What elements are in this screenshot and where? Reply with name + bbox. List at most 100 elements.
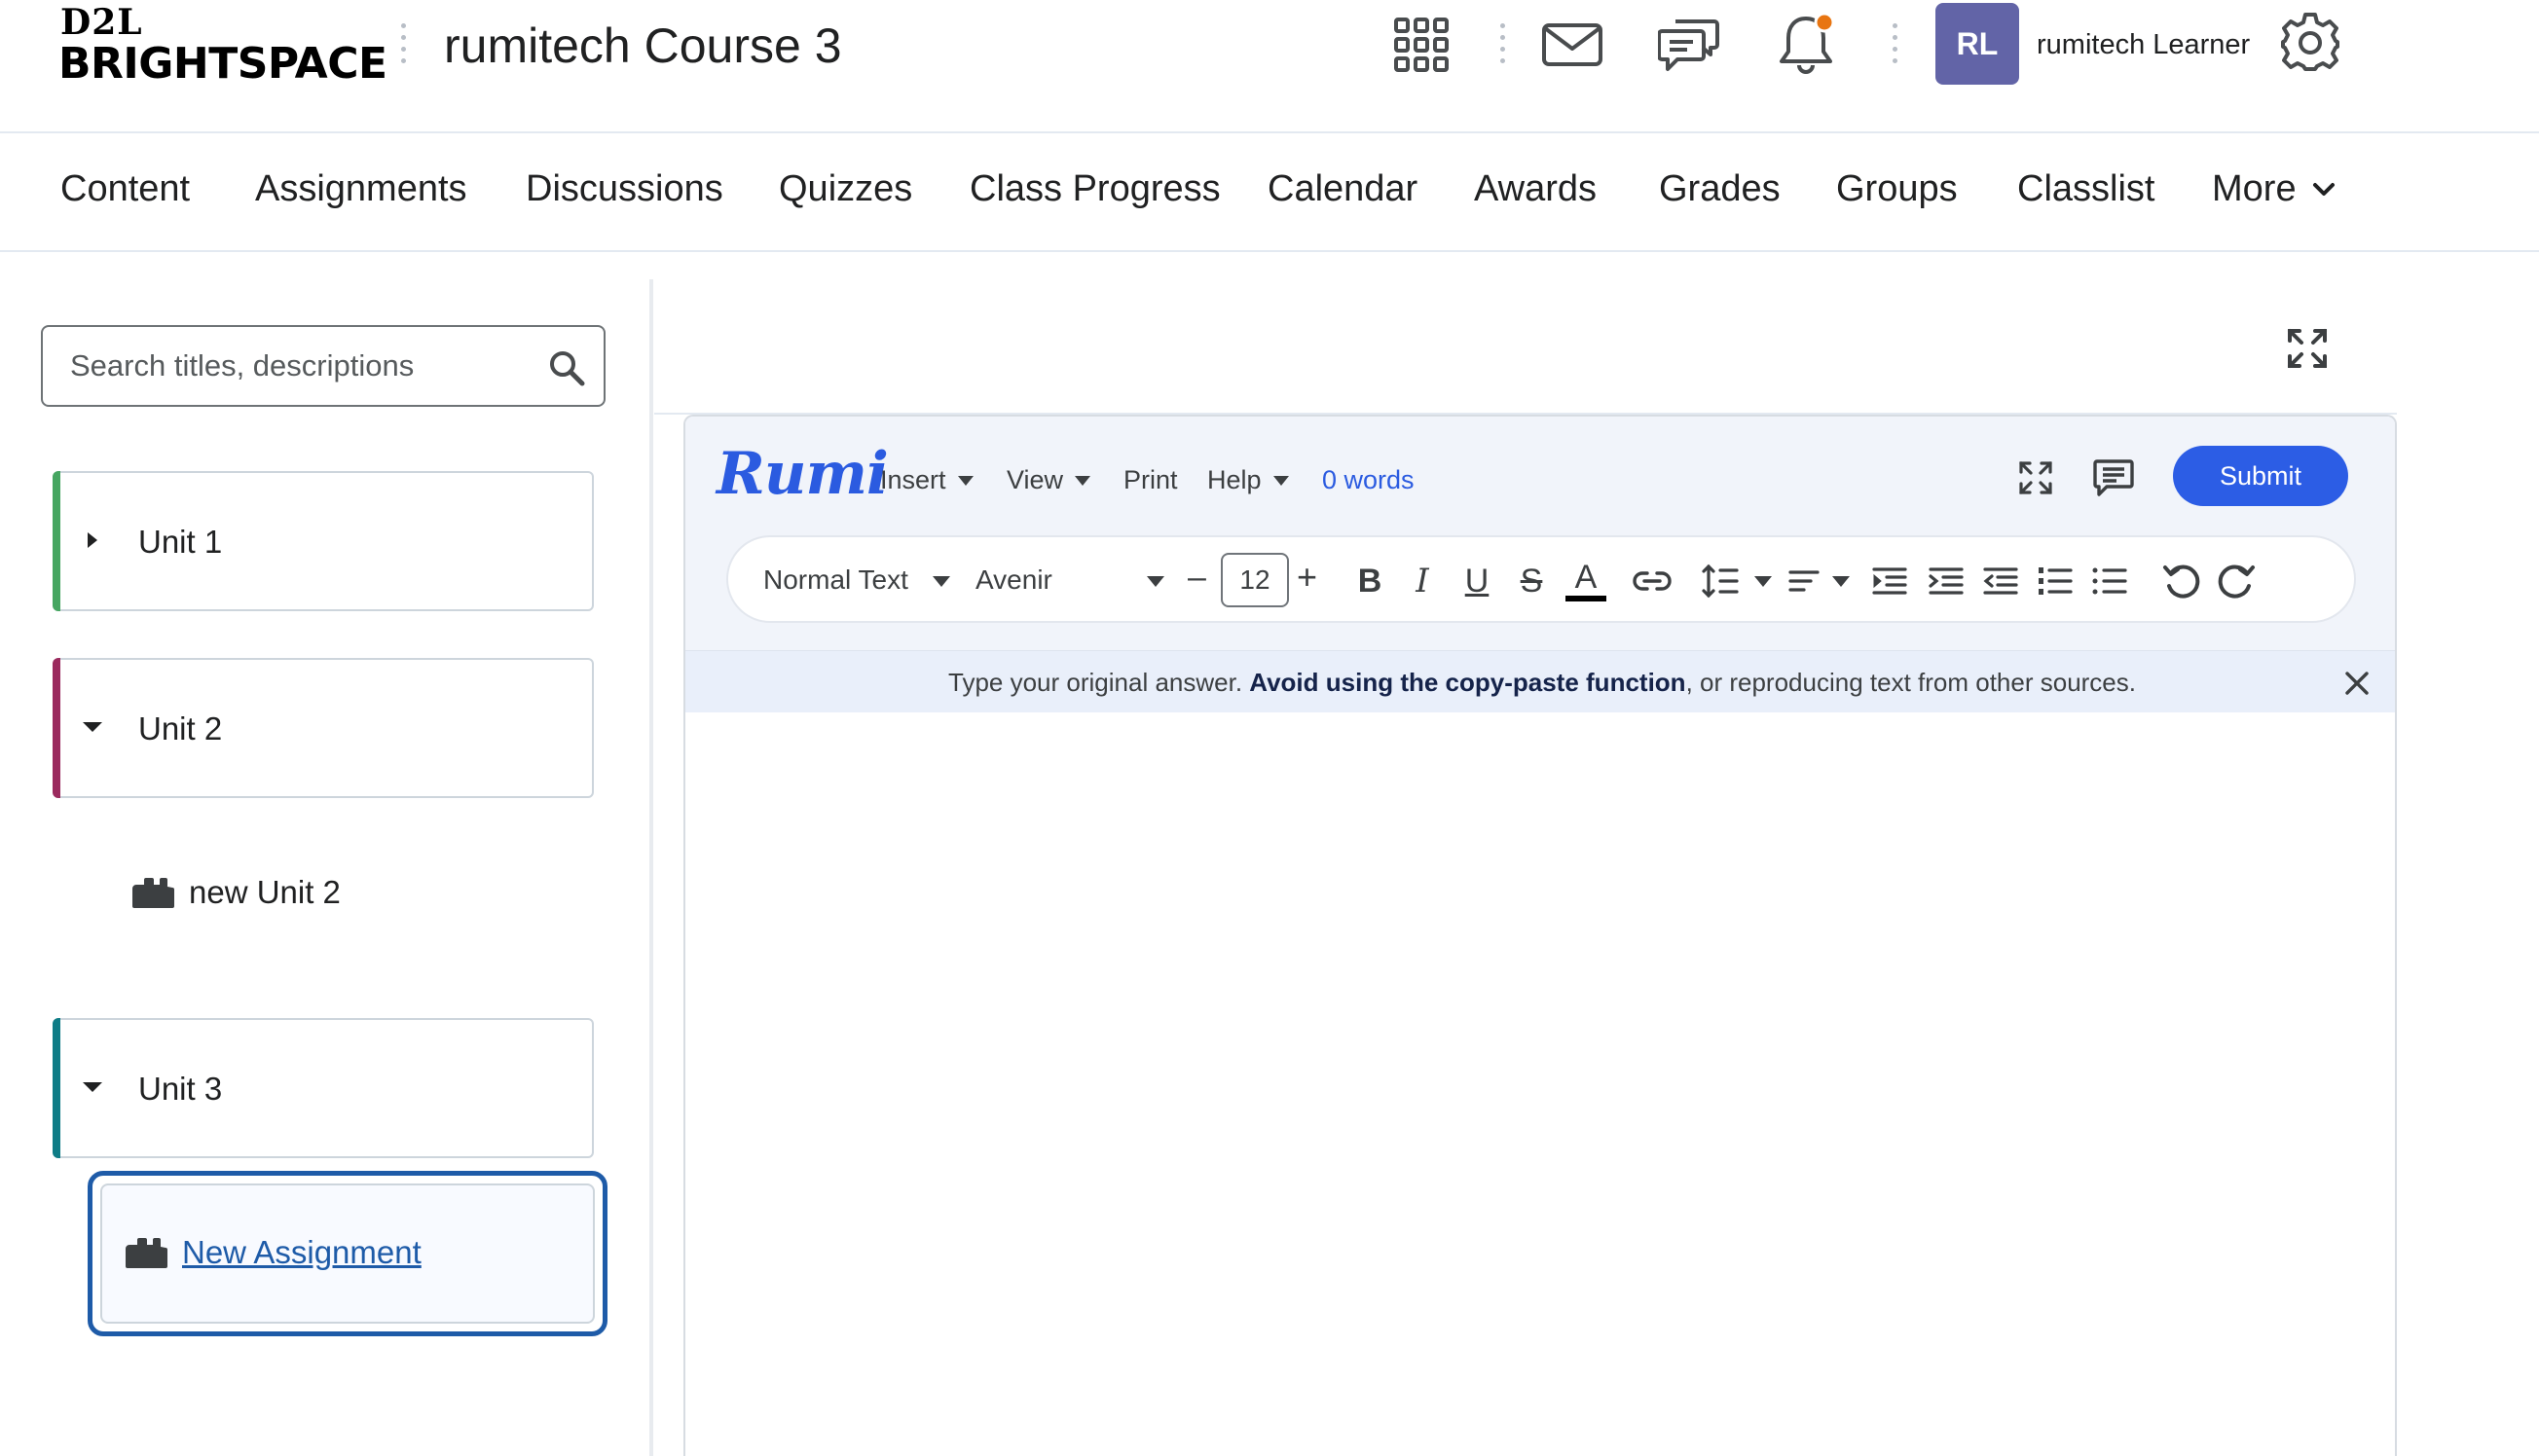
notice-emphasis: Avoid using the copy-paste function <box>1249 668 1686 697</box>
notifications-bell-icon[interactable] <box>1774 10 1838 78</box>
bold-button[interactable]: B <box>1347 559 1392 603</box>
nav-quizzes[interactable]: Quizzes <box>779 168 912 210</box>
bullet-list-button[interactable] <box>2087 559 2132 603</box>
menu-view[interactable]: View <box>1007 465 1091 495</box>
comments-button[interactable] <box>2091 455 2136 500</box>
nav-more-dropdown[interactable]: More <box>2212 168 2336 210</box>
header-divider <box>1893 23 1898 70</box>
redo-button[interactable] <box>2214 559 2259 603</box>
formatting-toolbar: Normal Text Avenir – 12 + B I U S A <box>726 535 2356 623</box>
logo-brightspace-text: BRIGHTSPACE <box>58 39 387 89</box>
unit-accent-bar <box>53 471 60 611</box>
menu-help[interactable]: Help <box>1207 465 1289 495</box>
numbered-list-icon <box>2039 567 2073 595</box>
course-title[interactable]: rumitech Course 3 <box>444 18 842 74</box>
align-button[interactable] <box>1782 559 1826 603</box>
sidebar-resize-handle[interactable] <box>649 279 653 1456</box>
notice-suffix: , or reproducing text from other sources… <box>1685 668 2136 697</box>
nav-more-label: More <box>2212 168 2297 209</box>
assignment-briefcase-icon <box>132 878 174 908</box>
unit-card-1[interactable]: Unit 1 <box>53 471 594 611</box>
nav-assignments[interactable]: Assignments <box>255 168 467 210</box>
fullscreen-button[interactable] <box>2284 325 2331 372</box>
block-style-select[interactable]: Normal Text <box>763 564 908 596</box>
font-family-select[interactable]: Avenir <box>975 564 1052 596</box>
strikethrough-button[interactable]: S <box>1509 559 1554 603</box>
undo-button[interactable] <box>2159 559 2204 603</box>
comment-icon <box>2093 459 2134 496</box>
mail-icon[interactable] <box>1540 18 1604 72</box>
menu-label: View <box>1007 465 1064 494</box>
indent-decrease-button[interactable] <box>1978 559 2023 603</box>
topic-item-new-unit-2[interactable]: new Unit 2 <box>130 874 341 911</box>
text-color-button[interactable]: A <box>1564 559 1608 603</box>
caret-down-icon[interactable] <box>1832 576 1850 587</box>
course-navbar: Content Assignments Discussions Quizzes … <box>0 133 2539 252</box>
answer-text-area[interactable] <box>685 712 2395 1456</box>
unit-expand-toggle[interactable] <box>78 526 107 555</box>
nav-content[interactable]: Content <box>60 168 190 210</box>
caret-down-icon <box>1075 475 1091 486</box>
caret-down-icon <box>933 576 950 587</box>
rumi-logo: Rumi <box>717 440 889 508</box>
caret-down-icon <box>83 1082 102 1092</box>
unit-title: Unit 2 <box>138 710 223 746</box>
unit-collapse-toggle[interactable] <box>78 1073 107 1102</box>
notice-close-button[interactable] <box>2340 667 2373 700</box>
settings-gear-icon[interactable] <box>2278 12 2342 76</box>
caret-down-icon[interactable] <box>1754 576 1772 587</box>
indent-ltr-button[interactable] <box>1867 559 1912 603</box>
underline-button[interactable]: U <box>1454 559 1499 603</box>
font-size-input[interactable]: 12 <box>1221 553 1289 607</box>
expand-icon <box>2019 461 2052 494</box>
editor-fullscreen-button[interactable] <box>2015 457 2056 498</box>
nav-discussions[interactable]: Discussions <box>526 168 723 210</box>
topic-item-new-assignment[interactable]: New Assignment <box>100 1183 595 1324</box>
indent-increase-icon <box>1929 567 1964 595</box>
nav-awards[interactable]: Awards <box>1474 168 1597 210</box>
caret-down-icon <box>1272 475 1289 486</box>
unit-collapse-toggle[interactable] <box>78 712 107 742</box>
nav-grades[interactable]: Grades <box>1659 168 1781 210</box>
header-divider <box>1500 23 1506 70</box>
italic-button[interactable]: I <box>1400 559 1445 603</box>
apps-grid-icon[interactable] <box>1392 16 1451 74</box>
notice-prefix: Type your original answer. <box>948 668 1243 697</box>
topic-title-link[interactable]: New Assignment <box>182 1234 422 1271</box>
font-size-increase-button[interactable]: + <box>1297 557 1317 598</box>
top-header: D2L BRIGHTSPACE rumitech Course 3 RL rum… <box>0 0 2539 133</box>
line-spacing-button[interactable] <box>1698 559 1743 603</box>
rumi-editor: Rumi Insert View Print Help 0 words Subm… <box>683 415 2397 1456</box>
topic-row: New Assignment <box>124 1234 422 1271</box>
user-avatar[interactable]: RL <box>1935 3 2019 85</box>
search-field <box>41 325 606 407</box>
nav-groups[interactable]: Groups <box>1836 168 1958 210</box>
nav-calendar[interactable]: Calendar <box>1268 168 1417 210</box>
selected-topic-focus-ring: New Assignment <box>88 1171 607 1336</box>
underline-icon: U <box>1464 562 1490 600</box>
indent-increase-button[interactable] <box>1924 559 1969 603</box>
menu-insert[interactable]: Insert <box>880 465 974 495</box>
brightspace-logo[interactable]: D2L BRIGHTSPACE <box>58 2 387 90</box>
search-button[interactable] <box>543 345 590 391</box>
search-icon <box>550 351 585 386</box>
chevron-down-icon <box>2312 182 2335 196</box>
unit-accent-bar <box>53 658 60 798</box>
nav-class-progress[interactable]: Class Progress <box>970 168 1221 210</box>
caret-down-icon <box>957 475 974 486</box>
submit-button[interactable]: Submit <box>2173 446 2348 506</box>
word-count: 0 words <box>1322 465 1415 494</box>
unit-card-2[interactable]: Unit 2 <box>53 658 594 798</box>
search-input[interactable] <box>70 341 537 391</box>
chat-icon[interactable] <box>1657 14 1721 78</box>
numbered-list-button[interactable] <box>2033 559 2078 603</box>
logo-d2l-text: D2L <box>60 2 143 43</box>
assignment-briefcase-icon <box>126 1238 167 1268</box>
nav-classlist[interactable]: Classlist <box>2017 168 2154 210</box>
user-name[interactable]: rumitech Learner <box>2037 29 2250 61</box>
unit-card-3[interactable]: Unit 3 <box>53 1018 594 1158</box>
unit-title: Unit 3 <box>138 1071 223 1107</box>
menu-print[interactable]: Print <box>1123 465 1178 495</box>
link-button[interactable] <box>1630 559 1674 603</box>
font-size-decrease-button[interactable]: – <box>1188 559 1206 597</box>
